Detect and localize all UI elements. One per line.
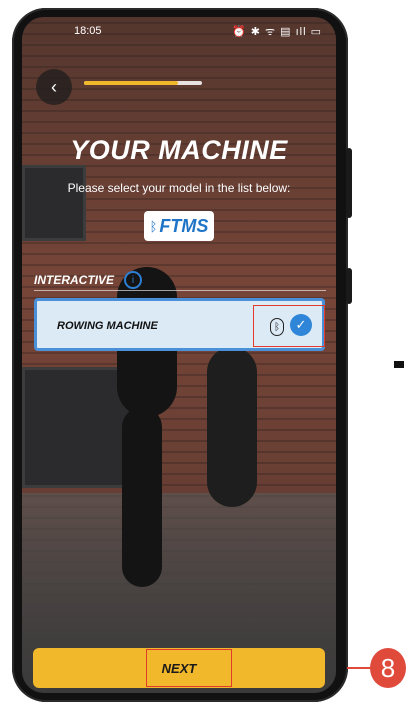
callout-badge: 8 [370, 648, 406, 688]
highlight-box [253, 305, 325, 347]
status-bar: 18:05 ⏰ ✱ ᯤ ▤ ıll ▭ [22, 17, 336, 45]
section-label-interactive: INTERACTIVE [34, 273, 115, 287]
background-runner-2 [207, 347, 257, 507]
page-subtitle: Please select your model in the list bel… [67, 181, 291, 195]
ftms-logo: ᛒ FTMS [144, 211, 214, 241]
ftms-logo-text: FTMS [159, 215, 209, 236]
back-button[interactable]: ‹ [36, 69, 72, 105]
background-runner-legs [122, 407, 162, 587]
bluetooth-icon: ᛒ [270, 318, 284, 336]
section-divider [34, 290, 326, 291]
step-progress-fill [84, 81, 179, 85]
power-button [346, 148, 352, 218]
machine-name: ROWING MACHINE [57, 320, 158, 332]
marker-dot [394, 361, 404, 368]
highlight-box [146, 649, 232, 687]
status-time: 18:05 [74, 25, 102, 37]
background-window [22, 165, 86, 241]
next-button[interactable]: NEXT [33, 648, 325, 688]
machine-item-rowing[interactable]: ROWING MACHINE ᛒ ✓ [34, 298, 325, 351]
bluetooth-icon: ᛒ [149, 218, 158, 234]
app-screen: 18:05 ⏰ ✱ ᯤ ▤ ıll ▭ ‹ YOUR MACHINE Pleas… [22, 17, 336, 693]
status-icons: ⏰ ✱ ᯤ ▤ ıll ▭ [232, 26, 322, 38]
page-title: YOUR MACHINE [70, 135, 288, 165]
volume-button [346, 268, 352, 304]
step-progress-bar [84, 81, 202, 85]
info-icon[interactable]: i [124, 271, 142, 289]
chevron-left-icon: ‹ [51, 76, 57, 97]
checkmark-icon[interactable]: ✓ [290, 314, 312, 336]
